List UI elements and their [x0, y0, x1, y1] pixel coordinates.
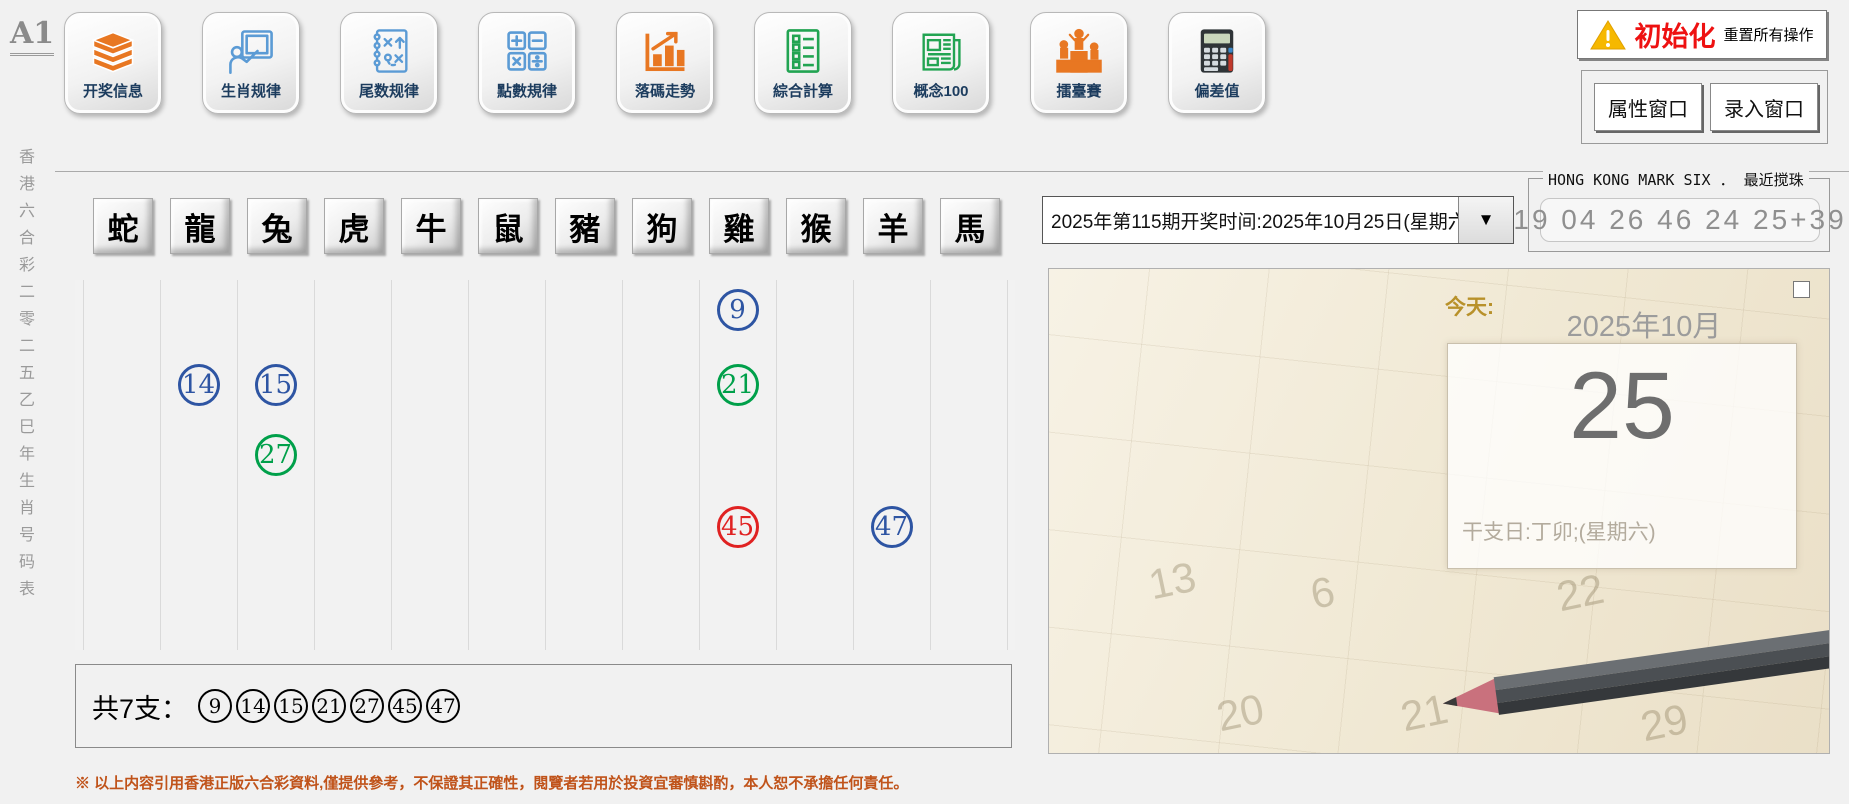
marked-number-27[interactable]: 27: [255, 434, 297, 476]
grid-column-line: [314, 280, 315, 650]
checklist-icon: [777, 25, 829, 77]
zodiac-button-1[interactable]: 蛇: [93, 198, 153, 254]
warning-icon: [1590, 19, 1626, 51]
app-window: A1 开奖信息 生肖规律 尾数规律 點數規律 落碼走勢 綜合計算 概念100 擂臺賽 偏差值 初…: [0, 0, 1849, 804]
chevron-down-icon[interactable]: ▼: [1458, 197, 1513, 243]
zodiac-number-grid: 9 14 15 21 27 45 47: [75, 280, 1015, 650]
toolbar-button-label: 落碼走勢: [635, 80, 695, 101]
init-title: 初始化: [1634, 15, 1715, 54]
books-icon: [87, 25, 139, 77]
entry-window-button[interactable]: 录入窗口: [1710, 83, 1818, 131]
zodiac-button-7[interactable]: 豬: [555, 198, 615, 254]
grid-column-line: [930, 280, 931, 650]
zodiac-button-8[interactable]: 狗: [632, 198, 692, 254]
draw-select-dropdown[interactable]: 2025年第115期开奖时间:2025年10月25日(星期六) ▼: [1042, 196, 1514, 244]
toolbar-button-presenter[interactable]: 生肖规律: [202, 12, 300, 114]
marked-number-47[interactable]: 47: [871, 506, 913, 548]
zodiac-button-6[interactable]: 鼠: [478, 198, 538, 254]
left-vertical-title: 香港六合彩二零二五乙巳年生肖号码表: [12, 148, 36, 607]
calendar-month-label: 2025年10月: [1489, 303, 1799, 345]
marked-number-15[interactable]: 15: [255, 364, 297, 406]
calendar-day-number: 25: [1448, 352, 1796, 461]
init-button[interactable]: 初始化 重置所有操作: [1577, 10, 1827, 59]
zodiac-button-2[interactable]: 龍: [170, 198, 230, 254]
podium-icon: [1053, 25, 1105, 77]
summary-number-45: 45: [388, 689, 422, 723]
summary-circles: 9141521274547: [198, 689, 460, 723]
summary-number-15: 15: [274, 689, 308, 723]
grid-column-line: [391, 280, 392, 650]
toolbar-button-calculator[interactable]: 偏差值: [1168, 12, 1266, 114]
toolbar-button-chart[interactable]: 落碼走勢: [616, 12, 714, 114]
summary-number-21: 21: [312, 689, 346, 723]
summary-box: 共7支： 9141521274547: [75, 664, 1012, 748]
summary-number-9: 9: [198, 689, 232, 723]
newspaper-icon: [915, 25, 967, 77]
toolbar-button-label: 點數規律: [497, 80, 557, 101]
latest-draw-title: HONG KONG MARK SIX ． 最近搅珠: [1543, 169, 1809, 190]
grid-column-line: [1007, 280, 1008, 650]
corner-label: A1: [10, 16, 54, 56]
marked-number-14[interactable]: 14: [178, 364, 220, 406]
grid-column-line: [622, 280, 623, 650]
calendar-ganzhi-label: 干支日:丁卯;(星期六): [1462, 516, 1656, 546]
zodiac-button-10[interactable]: 猴: [786, 198, 846, 254]
toolbar-button-podium[interactable]: 擂臺賽: [1030, 12, 1128, 114]
draw-select-value: 2025年第115期开奖时间:2025年10月25日(星期六): [1051, 197, 1459, 243]
presenter-icon: [225, 25, 277, 77]
window-buttons-group: 属性窗口 录入窗口: [1581, 70, 1828, 144]
summary-label: 共7支：: [92, 687, 188, 726]
marked-number-21[interactable]: 21: [717, 364, 759, 406]
zodiac-button-11[interactable]: 羊: [863, 198, 923, 254]
toolbar-button-label: 生肖规律: [221, 80, 281, 101]
calendar-faint-date: 22: [1553, 565, 1609, 622]
grid-column-line: [160, 280, 161, 650]
calendar-checkbox[interactable]: [1793, 281, 1810, 298]
toolbar-button-label: 綜合計算: [773, 80, 833, 101]
zodiac-button-9[interactable]: 雞: [709, 198, 769, 254]
zodiac-button-5[interactable]: 牛: [401, 198, 461, 254]
init-subtitle: 重置所有操作: [1723, 24, 1813, 45]
disclaimer-text: ※ 以上内容引用香港正版六合彩資料,僅提供參考，不保證其正確性，閱覽者若用於投資…: [75, 772, 908, 793]
toolbar-button-label: 尾数规律: [359, 80, 419, 101]
toolbar-button-strategy[interactable]: 尾数规律: [340, 12, 438, 114]
marked-number-9[interactable]: 9: [717, 289, 759, 331]
zodiac-button-3[interactable]: 兔: [247, 198, 307, 254]
grid-column-line: [468, 280, 469, 650]
strategy-icon: [363, 25, 415, 77]
grid-column-line: [699, 280, 700, 650]
summary-number-14: 14: [236, 689, 270, 723]
toolbar-button-label: 开奖信息: [83, 80, 143, 101]
calendar-panel: 13620212229 今天: 2025年10月 25 干支日:丁卯;(星期六): [1048, 268, 1830, 754]
latest-draw-numbers: 19 04 26 46 24 25+39: [1540, 198, 1820, 242]
marked-number-45[interactable]: 45: [717, 506, 759, 548]
grid-column-line: [545, 280, 546, 650]
calendar-faint-date: 13: [1145, 553, 1201, 610]
zodiac-button-4[interactable]: 虎: [324, 198, 384, 254]
calendar-day-card: 25 干支日:丁卯;(星期六): [1447, 343, 1797, 569]
chart-icon: [639, 25, 691, 77]
zodiac-button-12[interactable]: 馬: [940, 198, 1000, 254]
toolbar-button-label: 偏差值: [1194, 80, 1239, 101]
calculator-icon: [1191, 25, 1243, 77]
toolbar-button-checklist[interactable]: 綜合計算: [754, 12, 852, 114]
grid-column-line: [776, 280, 777, 650]
calendar-today-label: 今天:: [1445, 291, 1494, 321]
grid-column-line: [83, 280, 84, 650]
summary-number-47: 47: [426, 689, 460, 723]
calendar-faint-date: 20: [1213, 685, 1269, 742]
toolbar-button-math[interactable]: 點數規律: [478, 12, 576, 114]
toolbar-button-label: 擂臺賽: [1056, 80, 1101, 101]
summary-number-27: 27: [350, 689, 384, 723]
toolbar-button-newspaper[interactable]: 概念100: [892, 12, 990, 114]
property-window-button[interactable]: 属性窗口: [1594, 83, 1702, 131]
math-icon: [501, 25, 553, 77]
toolbar-button-label: 概念100: [913, 80, 968, 101]
toolbar-button-books[interactable]: 开奖信息: [64, 12, 162, 114]
grid-column-line: [853, 280, 854, 650]
grid-column-line: [237, 280, 238, 650]
